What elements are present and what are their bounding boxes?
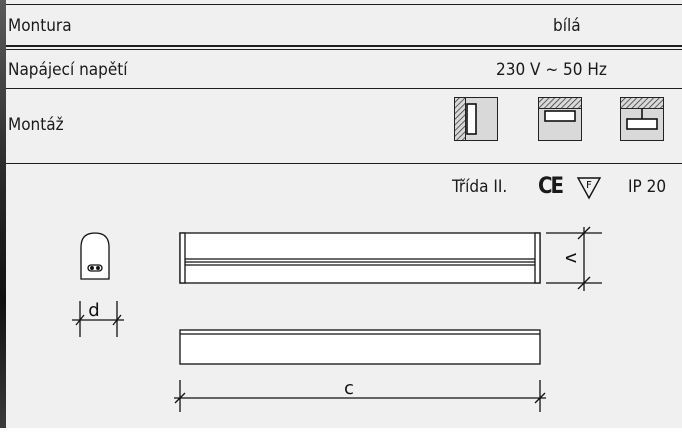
ce-mark-icon: CE	[538, 174, 564, 199]
luminaire-dimension-drawing: d v c	[72, 226, 602, 412]
montura-label: Montura	[8, 16, 72, 36]
dimension-c-label: c	[344, 378, 354, 399]
napeti-label: Napájecí napětí	[8, 60, 128, 80]
end-view-drawing	[72, 232, 124, 337]
class-label: Třída II.	[452, 177, 508, 197]
row-montaz: Montáž	[6, 88, 682, 163]
montura-value: bílá	[553, 16, 581, 36]
dimension-v-label: v	[561, 253, 582, 264]
side-view-drawing	[179, 226, 602, 291]
wall-mount-icon	[454, 97, 498, 141]
f-mark-icon: F	[576, 177, 602, 200]
ceiling-mount-flush-icon	[538, 97, 582, 141]
ip-rating: IP 20	[628, 177, 667, 197]
montaz-label: Montáž	[8, 115, 64, 135]
row-divider	[6, 45, 682, 47]
technical-drawing: d v c	[6, 207, 682, 428]
row-trida: Třída II. CE F IP 20	[6, 163, 682, 207]
top-view-drawing	[174, 329, 546, 412]
napeti-value: 230 V ~ 50 Hz	[496, 60, 607, 80]
product-spec-sheet: Montura bílá Napájecí napětí 230 V ~ 50 …	[6, 0, 682, 428]
svg-text:F: F	[586, 180, 592, 191]
row-napajeci-napeti: Napájecí napětí 230 V ~ 50 Hz	[6, 49, 682, 87]
row-montura: Montura bílá	[6, 4, 682, 40]
dimension-d-label: d	[88, 300, 99, 321]
ceiling-mount-suspended-icon	[620, 97, 664, 141]
